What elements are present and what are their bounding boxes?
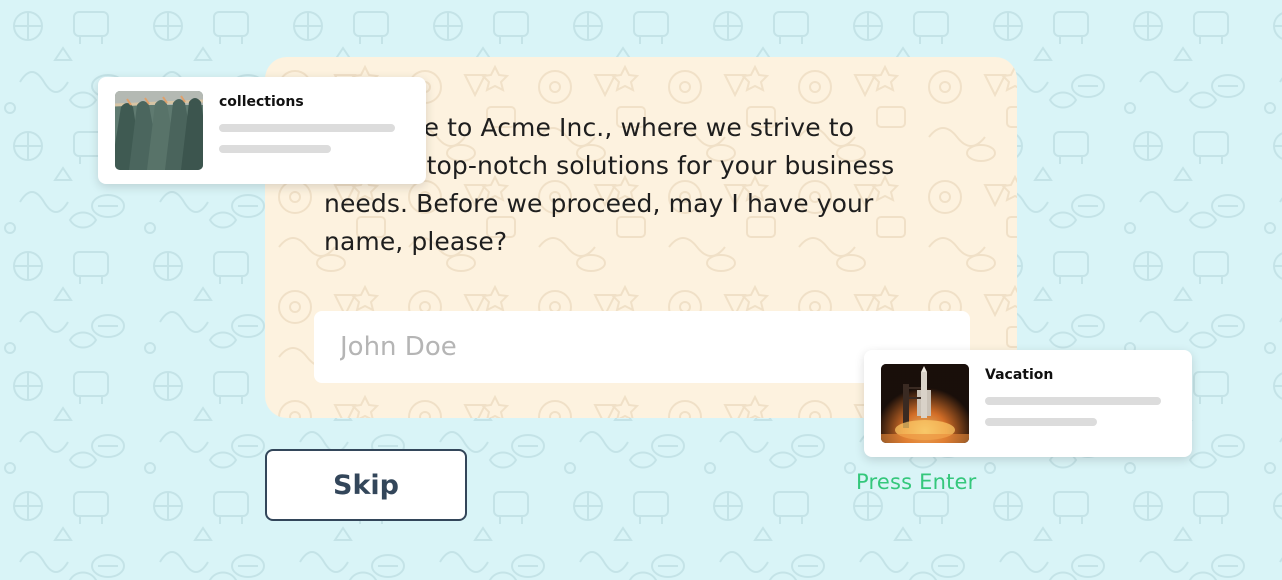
placeholder-line — [985, 397, 1161, 405]
placeholder-line — [985, 418, 1097, 426]
skip-button[interactable]: Skip — [265, 449, 467, 521]
vacation-card: Vacation — [864, 350, 1192, 457]
shirts-on-hangers-image — [115, 91, 203, 170]
placeholder-line — [219, 145, 331, 153]
rocket-launch-image — [881, 364, 969, 443]
vacation-title: Vacation — [985, 367, 1054, 383]
placeholder-line — [219, 124, 395, 132]
press-enter-hint: Press Enter — [856, 470, 977, 494]
collections-title: collections — [219, 94, 304, 110]
collections-card: collections — [98, 77, 426, 184]
